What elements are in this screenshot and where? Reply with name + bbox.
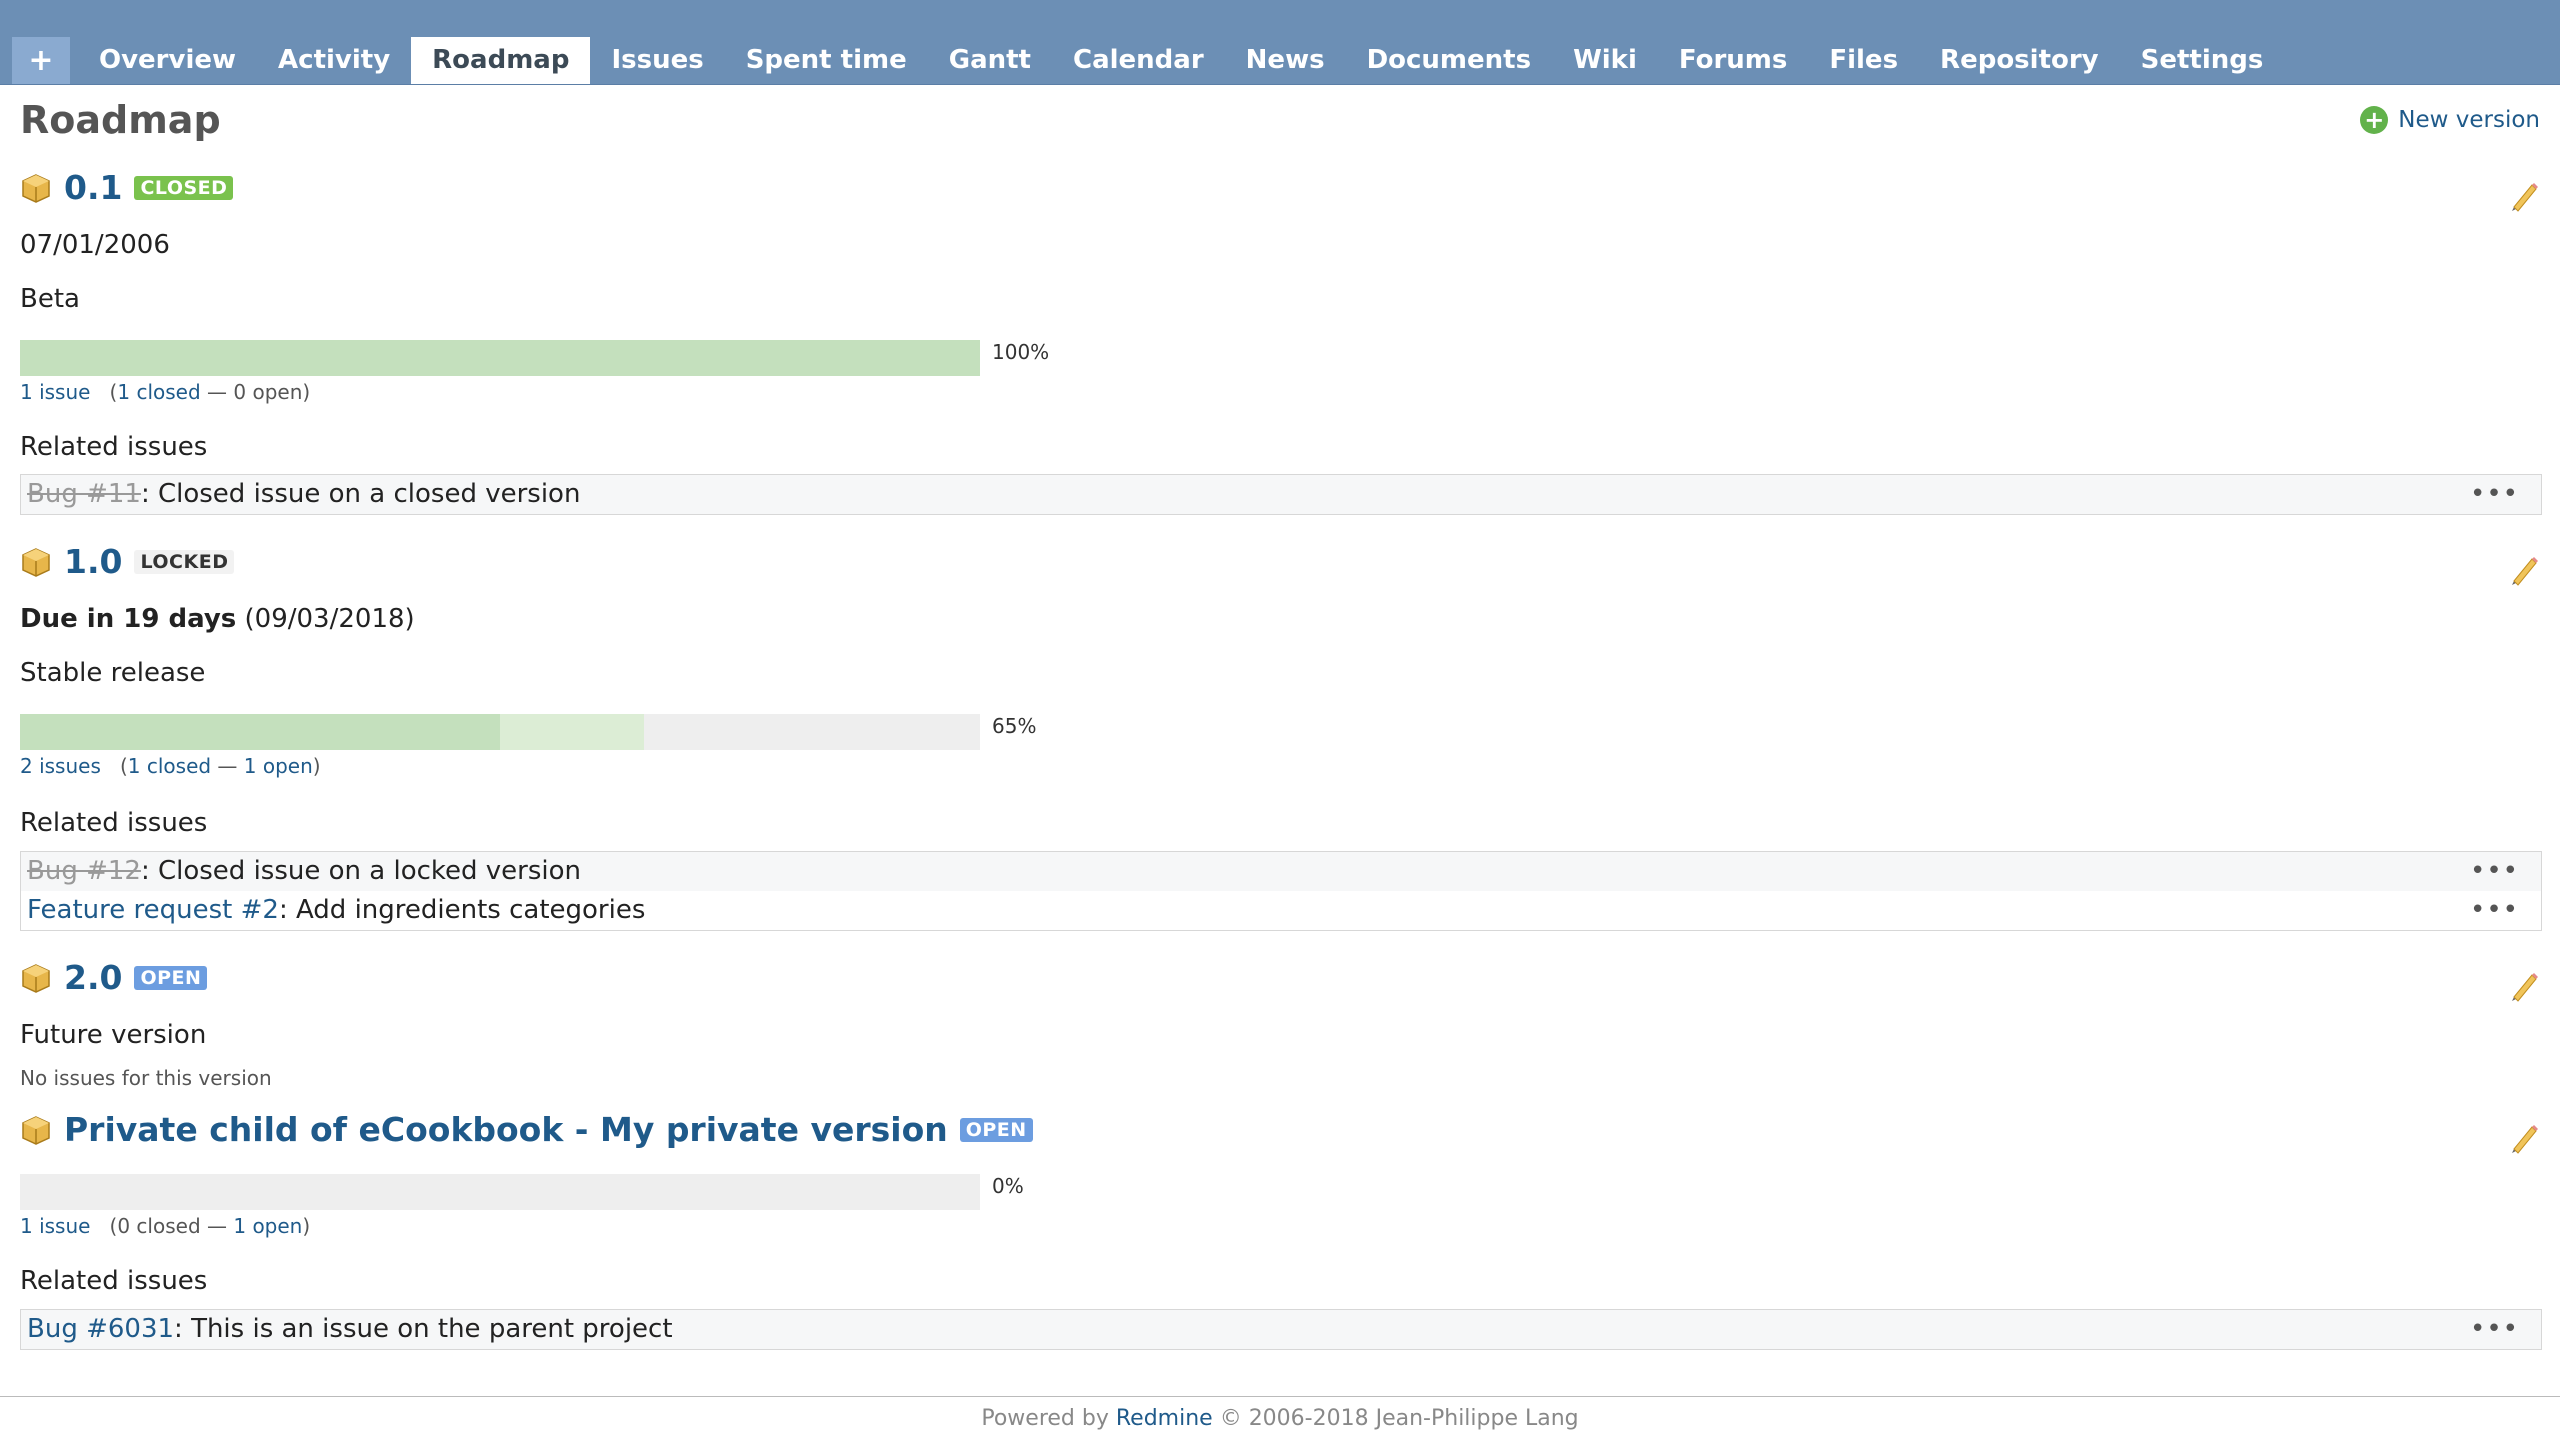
related-issue-row: Bug #12: Closed issue on a locked versio… bbox=[21, 852, 2541, 891]
issue-stats: 1 issue (1 closed — 0 open) bbox=[20, 380, 311, 404]
version-link[interactable]: Private child of eCookbook - My private … bbox=[64, 1110, 948, 1149]
tab-calendar[interactable]: Calendar bbox=[1052, 37, 1225, 84]
related-issue-row: Bug #11: Closed issue on a closed versio… bbox=[21, 475, 2541, 514]
progress-closed bbox=[20, 340, 980, 376]
version-description: Stable release bbox=[20, 658, 206, 688]
issues-link[interactable]: 1 issue bbox=[20, 380, 90, 404]
progress-bar bbox=[20, 340, 980, 376]
pencil-icon[interactable] bbox=[2506, 969, 2540, 1003]
actions-menu-icon[interactable]: ••• bbox=[2470, 1310, 2519, 1349]
closed-issues-link[interactable]: 1 closed bbox=[117, 380, 200, 404]
tab-documents[interactable]: Documents bbox=[1346, 37, 1553, 84]
issue-stats: 1 issue (0 closed — 1 open) bbox=[20, 1214, 311, 1238]
actions-menu-icon[interactable]: ••• bbox=[2470, 891, 2519, 930]
tab-gantt[interactable]: Gantt bbox=[928, 37, 1052, 84]
tab-spent-time[interactable]: Spent time bbox=[725, 37, 928, 84]
tab-news[interactable]: News bbox=[1225, 37, 1346, 84]
pencil-icon[interactable] bbox=[2506, 553, 2540, 587]
footer-divider bbox=[0, 1396, 2560, 1397]
actions-menu-icon[interactable]: ••• bbox=[2470, 475, 2519, 514]
issue-stats: 2 issues (1 closed — 1 open) bbox=[20, 754, 321, 778]
version-link[interactable]: 1.0 bbox=[64, 542, 122, 581]
new-version-label: New version bbox=[2398, 107, 2540, 133]
package-icon bbox=[22, 547, 50, 577]
issue-link[interactable]: Bug #6031 bbox=[27, 1314, 174, 1344]
version-due: Due in 19 days (09/03/2018) bbox=[20, 604, 415, 634]
status-badge: OPEN bbox=[134, 965, 208, 990]
progress-percent: 0% bbox=[992, 1174, 1024, 1198]
package-icon bbox=[22, 963, 50, 993]
issue-link[interactable]: Bug #11 bbox=[27, 479, 141, 509]
progress-closed bbox=[20, 714, 500, 750]
related-issues-label: Related issues bbox=[20, 1266, 208, 1296]
tab-wiki[interactable]: Wiki bbox=[1552, 37, 1658, 84]
tab-settings[interactable]: Settings bbox=[2120, 37, 2285, 84]
version-heading: 2.0 OPEN bbox=[20, 958, 208, 997]
tab-issues[interactable]: Issues bbox=[590, 37, 724, 84]
tab-files[interactable]: Files bbox=[1808, 37, 1919, 84]
related-issues-label: Related issues bbox=[20, 432, 208, 462]
version-heading: Private child of eCookbook - My private … bbox=[20, 1110, 1033, 1149]
status-badge: CLOSED bbox=[134, 175, 234, 200]
project-tabs: + Overview Activity Roadmap Issues Spent… bbox=[12, 37, 2284, 84]
related-issues-table: Bug #11: Closed issue on a closed versio… bbox=[20, 474, 2542, 515]
issue-link[interactable]: Bug #12 bbox=[27, 856, 141, 886]
add-icon: + bbox=[2360, 106, 2389, 134]
progress-done bbox=[500, 714, 644, 750]
new-version-link[interactable]: + New version bbox=[2360, 106, 2540, 134]
related-issues-label: Related issues bbox=[20, 808, 208, 838]
progress-bar bbox=[20, 714, 980, 750]
version-link[interactable]: 0.1 bbox=[64, 168, 122, 207]
issues-link[interactable]: 2 issues bbox=[20, 754, 101, 778]
project-menu-bar: + Overview Activity Roadmap Issues Spent… bbox=[0, 0, 2560, 85]
open-issues-link[interactable]: 1 open bbox=[244, 754, 313, 778]
footer: Powered by Redmine © 2006-2018 Jean-Phil… bbox=[981, 1406, 1579, 1431]
open-issues-link[interactable]: 1 open bbox=[233, 1214, 302, 1238]
progress-percent: 65% bbox=[992, 714, 1037, 738]
issue-link[interactable]: Feature request #2 bbox=[27, 895, 279, 925]
new-object-button[interactable]: + bbox=[12, 37, 70, 84]
due-date: (09/03/2018) bbox=[236, 604, 415, 634]
no-issues-text: No issues for this version bbox=[20, 1066, 272, 1090]
main-content: Roadmap + New version 0.1 CLOSED 07/01/2… bbox=[0, 84, 2560, 1384]
status-badge: OPEN bbox=[959, 1117, 1033, 1142]
progress-percent: 100% bbox=[992, 340, 1050, 364]
version-description: Beta bbox=[20, 284, 80, 314]
pencil-icon[interactable] bbox=[2506, 1121, 2540, 1155]
page-title: Roadmap bbox=[20, 98, 221, 142]
related-issues-table: Bug #6031: This is an issue on the paren… bbox=[20, 1309, 2542, 1350]
related-issues-table: Bug #12: Closed issue on a locked versio… bbox=[20, 851, 2542, 931]
actions-menu-icon[interactable]: ••• bbox=[2470, 852, 2519, 891]
tab-repository[interactable]: Repository bbox=[1919, 37, 2120, 84]
closed-issues-link[interactable]: 1 closed bbox=[128, 754, 211, 778]
version-heading: 1.0 LOCKED bbox=[20, 542, 235, 581]
status-badge: LOCKED bbox=[134, 549, 235, 574]
version-date: 07/01/2006 bbox=[20, 230, 170, 260]
due-label: Due in 19 days bbox=[20, 604, 237, 634]
version-heading: 0.1 CLOSED bbox=[20, 168, 234, 207]
package-icon bbox=[22, 1115, 50, 1145]
version-description: Future version bbox=[20, 1020, 207, 1050]
tab-overview[interactable]: Overview bbox=[78, 37, 257, 84]
issues-link[interactable]: 1 issue bbox=[20, 1214, 90, 1238]
tab-forums[interactable]: Forums bbox=[1658, 37, 1808, 84]
related-issue-row: Feature request #2: Add ingredients cate… bbox=[21, 891, 2541, 930]
progress-bar bbox=[20, 1174, 980, 1210]
tab-roadmap[interactable]: Roadmap bbox=[411, 37, 591, 84]
version-link[interactable]: 2.0 bbox=[64, 958, 122, 997]
related-issue-row: Bug #6031: This is an issue on the paren… bbox=[21, 1310, 2541, 1349]
tab-activity[interactable]: Activity bbox=[257, 37, 411, 84]
pencil-icon[interactable] bbox=[2506, 179, 2540, 213]
redmine-link[interactable]: Redmine bbox=[1116, 1406, 1213, 1431]
package-icon bbox=[22, 173, 50, 203]
